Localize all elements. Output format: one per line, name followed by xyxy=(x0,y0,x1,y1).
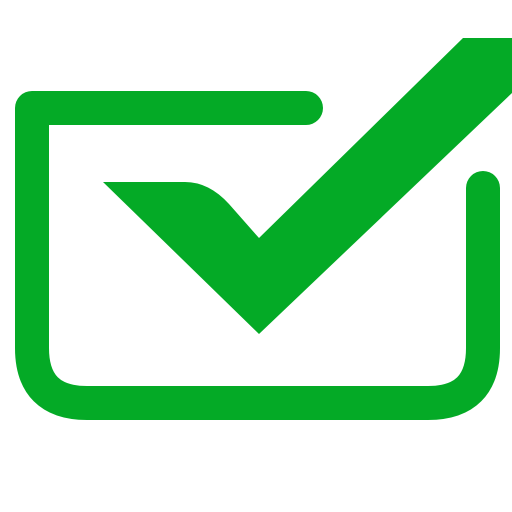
checkbox-checked-icon xyxy=(15,38,512,420)
check-mark xyxy=(103,38,512,334)
icon-canvas xyxy=(0,0,512,512)
